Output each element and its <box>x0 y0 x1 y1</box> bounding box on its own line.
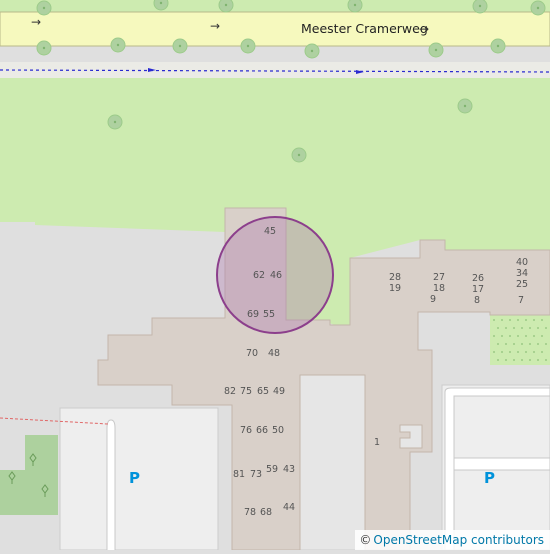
house-number: 70 <box>246 348 258 359</box>
house-number: 49 <box>273 386 285 397</box>
road-arrow-3: → <box>419 22 429 36</box>
house-number: 48 <box>268 348 280 359</box>
house-number: 62 <box>253 270 265 281</box>
house-number: 73 <box>250 469 262 480</box>
house-number: 34 <box>516 268 528 279</box>
parking-icon-right: P <box>484 469 495 487</box>
house-number: 27 <box>433 272 445 283</box>
parking-aisle-right-cross <box>453 457 550 471</box>
map-view[interactable]: → → Meester Cramerweg → 45 62 46 69 55 7… <box>0 0 550 551</box>
house-number: 65 <box>257 386 269 397</box>
house-number: 28 <box>389 272 401 283</box>
house-number: 46 <box>270 270 282 281</box>
house-number: 18 <box>433 283 445 294</box>
road-meester-cramerweg <box>0 11 550 47</box>
parking-icon-left: P <box>129 469 140 487</box>
house-number: 7 <box>518 295 524 306</box>
house-number: 78 <box>244 507 256 518</box>
house-number: 75 <box>240 386 252 397</box>
house-number: 25 <box>516 279 528 290</box>
house-number: 81 <box>233 469 245 480</box>
house-number: 82 <box>224 386 236 397</box>
map-attribution: © OpenStreetMap contributors <box>355 530 550 550</box>
house-number: 50 <box>272 425 284 436</box>
road-arrow-2: → <box>210 19 220 33</box>
house-number: 68 <box>260 507 272 518</box>
house-number: 59 <box>266 464 278 475</box>
house-number: 40 <box>516 257 528 268</box>
house-number: 76 <box>240 425 252 436</box>
house-number: 8 <box>474 295 480 306</box>
house-number: 55 <box>263 309 275 320</box>
house-number: 44 <box>283 502 295 513</box>
house-number: 43 <box>283 464 295 475</box>
copyright-symbol: © <box>359 533 372 547</box>
house-number: 19 <box>389 283 401 294</box>
park-grass-hatched <box>490 315 550 365</box>
house-number: 26 <box>472 273 484 284</box>
house-number: 1 <box>374 437 380 448</box>
house-number: 45 <box>264 226 276 237</box>
street-label: Meester Cramerweg <box>301 21 428 36</box>
paved-block <box>299 374 371 551</box>
parking-aisle-left <box>106 419 116 550</box>
house-number: 66 <box>256 425 268 436</box>
house-number: 69 <box>247 309 259 320</box>
house-number: 17 <box>472 284 484 295</box>
road-arrow-1: → <box>31 15 41 29</box>
attribution-link[interactable]: OpenStreetMap contributors <box>373 533 544 547</box>
house-number: 9 <box>430 294 436 305</box>
path-strip <box>0 62 550 78</box>
map-canvas: → → Meester Cramerweg → 45 62 46 69 55 7… <box>0 0 550 551</box>
